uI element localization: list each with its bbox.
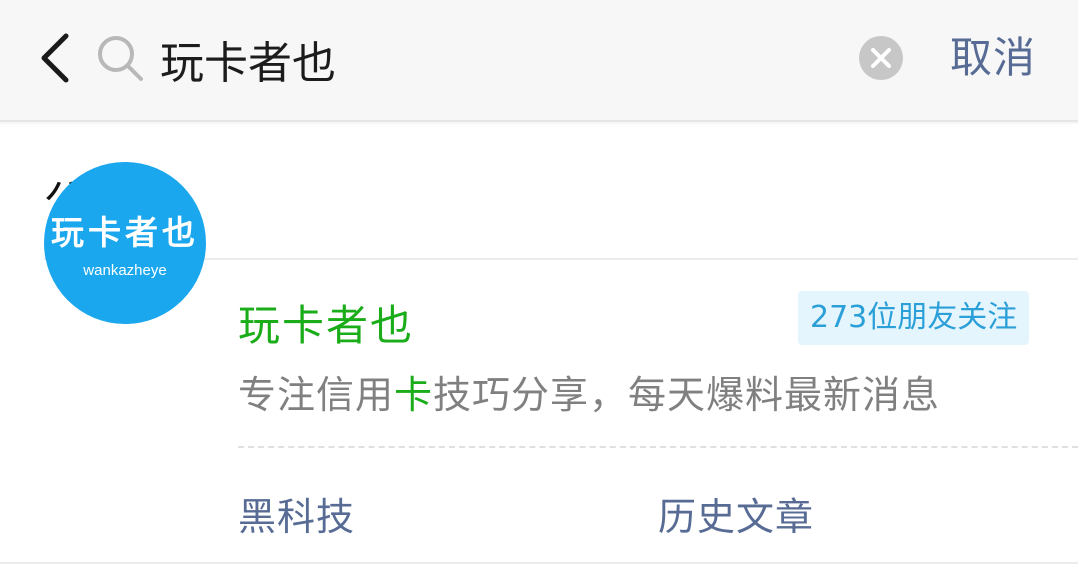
description-text: 专注信用 — [238, 373, 395, 417]
bottom-divider — [0, 562, 1078, 564]
follow-count-badge: 273位朋友关注 — [798, 291, 1030, 345]
chevron-left-icon — [41, 33, 69, 83]
description-text-rest: 技巧分享，每天爆料最新消息 — [433, 373, 941, 417]
cancel-button[interactable]: 取消 — [950, 28, 1036, 88]
dashed-divider — [238, 446, 1078, 448]
menu-link-black-tech[interactable]: 黑科技 — [238, 486, 355, 541]
account-description: 专注信用卡技巧分享，每天爆料最新消息 — [238, 364, 940, 419]
search-bar: 取消 — [0, 0, 1078, 122]
search-input[interactable] — [160, 26, 840, 92]
description-highlight: 卡 — [394, 373, 434, 417]
avatar-logo-subtext: wankazheye — [83, 262, 167, 279]
search-icon — [98, 36, 143, 81]
back-button[interactable] — [30, 28, 80, 88]
clear-search-button[interactable] — [858, 35, 904, 81]
clear-circle-icon — [859, 36, 903, 80]
account-name[interactable]: 玩卡者也 — [238, 292, 414, 353]
avatar[interactable]: 玩卡者也 wankazheye — [44, 162, 206, 324]
avatar-logo-text: 玩卡者也 — [51, 213, 199, 252]
menu-link-history-articles[interactable]: 历史文章 — [658, 486, 814, 541]
